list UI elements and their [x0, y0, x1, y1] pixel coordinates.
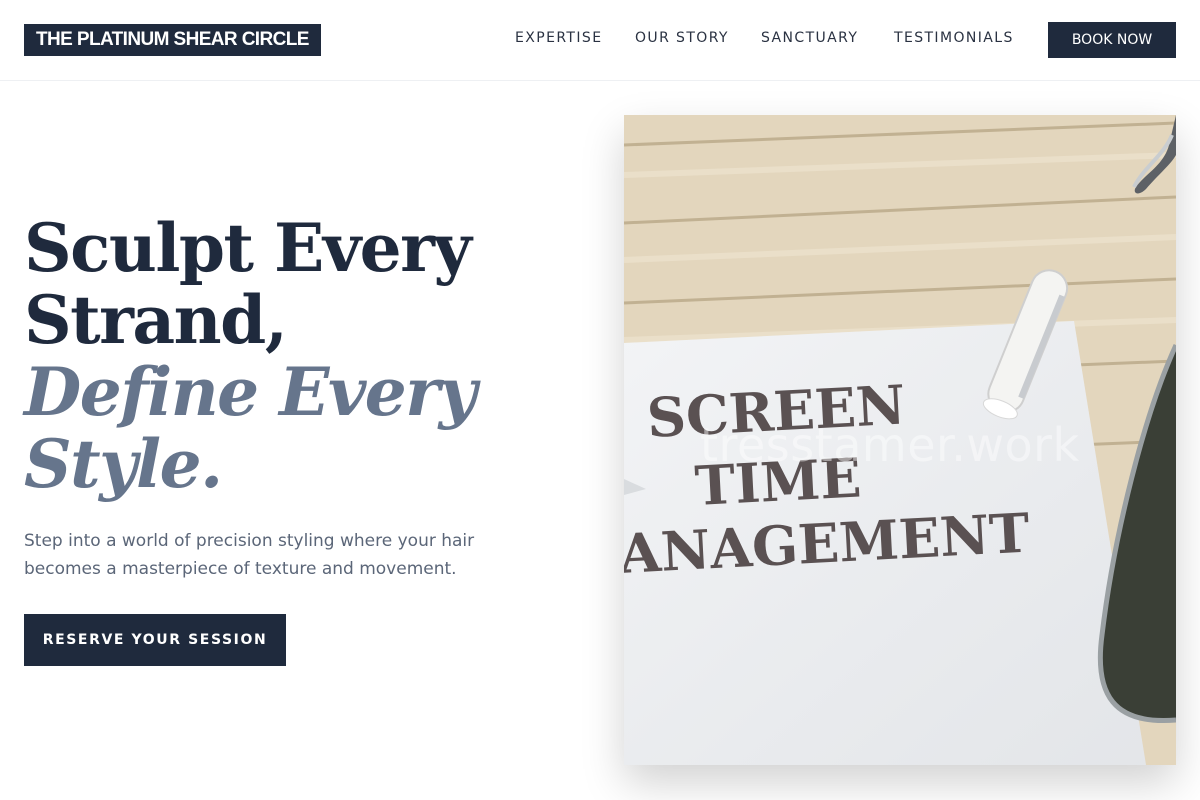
headline-line-4: Style. [24, 425, 223, 503]
nav-our-story[interactable]: OUR STORY [635, 30, 729, 46]
headline-line-1: Sculpt Every [24, 209, 472, 287]
hero-subtext: Step into a world of precision styling w… [24, 531, 475, 579]
main-nav: EXPERTISE OUR STORY SANCTUARY TESTIMONIA… [0, 30, 1200, 48]
book-now-button[interactable]: BOOK NOW [1048, 22, 1176, 58]
hero-headline: Sculpt Every Strand, Define Every Style. [24, 212, 584, 500]
watermark-text: tresstamer.work [700, 418, 1080, 472]
headline-line-3: Define Every [24, 353, 477, 431]
nav-sanctuary[interactable]: SANCTUARY [761, 30, 858, 46]
nav-testimonials[interactable]: TESTIMONIALS [894, 30, 1014, 46]
reserve-session-button[interactable]: RESERVE YOUR SESSION [24, 614, 286, 666]
hero-image: SCREEN TIME ANAGEMENT tresstamer.work [624, 115, 1176, 765]
nav-expertise[interactable]: EXPERTISE [515, 30, 602, 46]
headline-line-2: Strand, [24, 281, 288, 359]
site-header: THE PLATINUM SHEAR CIRCLE EXPERTISE OUR … [0, 0, 1200, 81]
